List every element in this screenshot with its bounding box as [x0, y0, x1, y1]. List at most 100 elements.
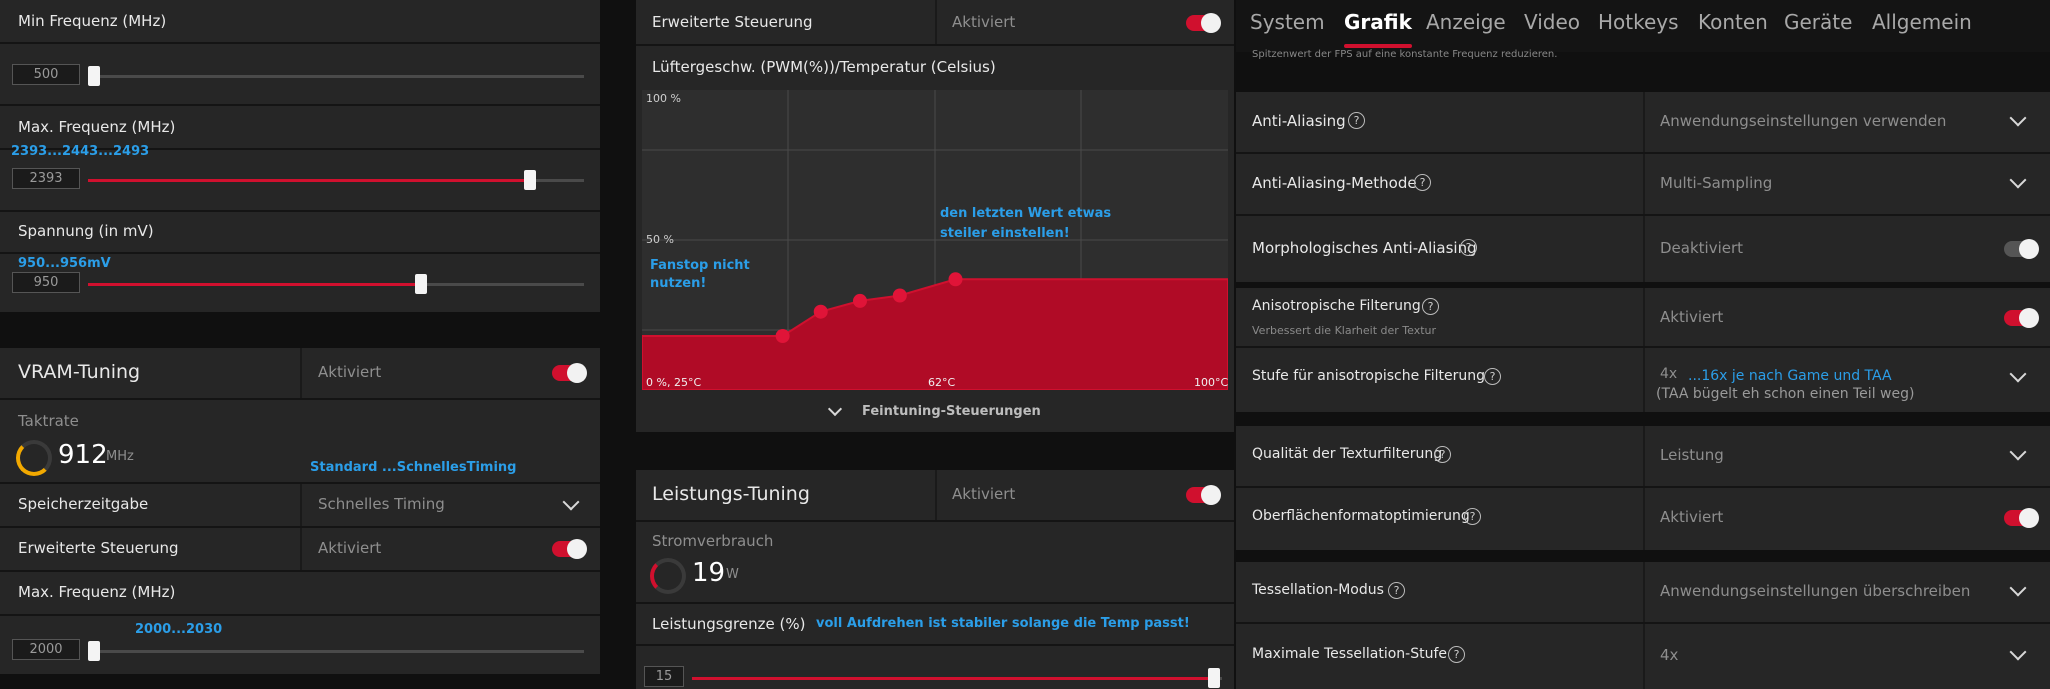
aniso-level-help-icon[interactable]: ? [1484, 368, 1501, 385]
fan-curve-point-4[interactable] [892, 288, 907, 303]
vram-max-freq-track[interactable] [88, 650, 584, 653]
tab-grafik[interactable]: Grafik [1344, 10, 1412, 34]
tab-video[interactable]: Video [1524, 10, 1580, 34]
setting-tessellation-mode[interactable]: Tessellation-Modus ? Anwendungseinstellu… [1236, 562, 2050, 624]
vram-max-freq-label: Max. Frequenz (MHz) [18, 583, 176, 601]
last-value-note-line1: den letzten Wert etwas [940, 206, 1112, 221]
setting-aniso-level[interactable]: Stufe für anisotropische Filterung ? 4x … [1236, 348, 2050, 412]
tess-max-value: 4x [1660, 646, 1679, 664]
fan-x-mid-label: 62°C [928, 376, 956, 389]
setting-aa-method[interactable]: Anti-Aliasing-Methode ? Multi-Sampling [1236, 154, 2050, 216]
tab-system[interactable]: System [1250, 10, 1325, 34]
vram-max-freq-value-box[interactable]: 2000 [12, 639, 80, 660]
min-freq-thumb[interactable] [88, 66, 100, 86]
power-toggle[interactable] [1186, 485, 1221, 505]
tess-mode-help-icon[interactable]: ? [1388, 582, 1405, 599]
vram-title: VRAM-Tuning [18, 361, 141, 383]
aniso-level-value: 4x [1660, 366, 1678, 382]
fan-curve-chart[interactable]: 100 % 50 % 0 %, 25°C 62°C 100°C Fanstop … [642, 90, 1228, 390]
fan-curve-point-5[interactable] [948, 272, 963, 287]
fan-curve-svg[interactable] [642, 90, 1228, 390]
power-limit-label: Leistungsgrenze (%) [652, 615, 806, 633]
max-freq-value-box[interactable]: 2393 [12, 168, 80, 189]
max-freq-note: 2393...2443...2493 [11, 144, 150, 159]
tab-geraete[interactable]: Geräte [1784, 10, 1852, 34]
setting-anti-aliasing[interactable]: Anti-Aliasing ? Anwendungseinstellungen … [1236, 92, 2050, 154]
fan-curve-point-1[interactable] [775, 329, 790, 343]
anti-aliasing-chevron-down-icon[interactable] [2009, 109, 2027, 127]
max-freq-slider-row: 2393...2443...2493 2393 [0, 144, 600, 212]
voltage-thumb[interactable] [415, 274, 427, 294]
aa-method-chevron-down-icon[interactable] [2009, 171, 2027, 189]
surface-format-help-icon[interactable]: ? [1464, 508, 1481, 525]
max-freq-label: Max. Frequenz (MHz) [18, 118, 176, 136]
tab-konten[interactable]: Konten [1698, 10, 1768, 34]
vram-advanced-value: Aktiviert [318, 539, 382, 557]
vram-max-freq-note: 2000...2030 [135, 622, 223, 637]
texture-group: Qualität der Texturfilterung ? Leistung … [1236, 426, 2050, 550]
tab-anzeige[interactable]: Anzeige [1426, 10, 1506, 34]
aa-group: Anti-Aliasing ? Anwendungseinstellungen … [1236, 92, 2050, 282]
voltage-label: Spannung (in mV) [18, 222, 154, 240]
power-limit-value-box[interactable]: 15 [644, 666, 684, 687]
anti-aliasing-help-icon[interactable]: ? [1348, 112, 1365, 129]
aniso-toggle[interactable] [2004, 308, 2039, 328]
vram-clock-gauge-icon [16, 440, 52, 476]
fine-tuning-chevron-down-icon[interactable] [827, 401, 843, 417]
morph-aa-toggle[interactable] [2004, 239, 2039, 259]
min-freq-track[interactable] [88, 75, 584, 78]
fan-curve-point-3[interactable] [852, 293, 867, 308]
memory-timing-value[interactable]: Schnelles Timing [318, 495, 445, 513]
tab-allgemein[interactable]: Allgemein [1872, 10, 1972, 34]
vram-max-freq-slider-row: 2000...2030 2000 [0, 616, 600, 674]
voltage-row: Spannung (in mV) [0, 212, 600, 254]
voltage-value-box[interactable]: 950 [12, 272, 80, 293]
texture-quality-chevron-down-icon[interactable] [2009, 443, 2027, 461]
power-consumption-value: 19 [692, 558, 726, 588]
voltage-note: 950...956mV [18, 256, 111, 271]
texture-quality-divider [1643, 426, 1645, 486]
setting-anisotropic-filtering: Anisotropische Filterung ? Verbessert di… [1236, 288, 2050, 348]
fan-y-mid-label: 50 % [646, 233, 674, 246]
aniso-help-icon[interactable]: ? [1422, 298, 1439, 315]
aniso-level-note2: (TAA bügelt eh schon einen Teil weg) [1656, 386, 1915, 402]
surface-format-toggle[interactable] [2004, 508, 2039, 528]
tab-hotkeys[interactable]: Hotkeys [1598, 10, 1679, 34]
fine-tuning-toggle-label[interactable]: Feintuning-Steuerungen [862, 404, 1041, 419]
min-freq-slider-row: 500 [0, 44, 600, 106]
tess-mode-chevron-down-icon[interactable] [2009, 579, 2027, 597]
tess-max-label: Maximale Tessellation-Stufe [1252, 646, 1448, 662]
texture-quality-help-icon[interactable]: ? [1434, 446, 1451, 463]
fan-tuning-panel: Erweiterte Steuerung Aktiviert Lüfterges… [636, 0, 1234, 432]
vram-toggle[interactable] [552, 363, 587, 383]
morph-aa-help-icon[interactable]: ? [1460, 239, 1477, 256]
last-value-note-line2: steiler einstellen! [940, 226, 1070, 241]
setting-surface-format: Oberflächenformatoptimierung ? Aktiviert [1236, 488, 2050, 550]
memory-timing-label: Speicherzeitgabe [18, 495, 149, 513]
fan-y-top-label: 100 % [646, 92, 681, 105]
power-limit-thumb[interactable] [1208, 668, 1220, 688]
fan-advanced-divider [935, 0, 937, 44]
tess-max-chevron-down-icon[interactable] [2009, 643, 2027, 661]
tessellation-group: Tessellation-Modus ? Anwendungseinstellu… [1236, 562, 2050, 689]
min-freq-value-box[interactable]: 500 [12, 64, 80, 85]
fan-advanced-value: Aktiviert [952, 13, 1016, 31]
aniso-level-chevron-down-icon[interactable] [2009, 365, 2027, 383]
setting-texture-quality[interactable]: Qualität der Texturfilterung ? Leistung [1236, 426, 2050, 488]
setting-tessellation-max[interactable]: Maximale Tessellation-Stufe ? 4x [1236, 624, 2050, 689]
max-freq-thumb[interactable] [524, 170, 536, 190]
aa-method-help-icon[interactable]: ? [1414, 174, 1431, 191]
surface-format-label: Oberflächenformatoptimierung [1252, 508, 1470, 524]
max-freq-fill [88, 179, 528, 182]
memory-timing-chevron-down-icon[interactable] [562, 493, 580, 511]
tess-max-help-icon[interactable]: ? [1448, 646, 1465, 663]
vram-clock-unit: MHz [106, 449, 134, 464]
vram-max-freq-thumb[interactable] [88, 641, 100, 661]
aniso-divider [1643, 288, 1645, 346]
fan-advanced-toggle[interactable] [1186, 13, 1221, 33]
power-header-row: Leistungs-Tuning Aktiviert [636, 470, 1234, 522]
fan-curve-point-2[interactable] [813, 304, 828, 319]
vram-advanced-toggle[interactable] [552, 539, 587, 559]
surface-format-divider [1643, 488, 1645, 550]
power-consumption-row: Stromverbrauch 19 W [636, 522, 1234, 604]
